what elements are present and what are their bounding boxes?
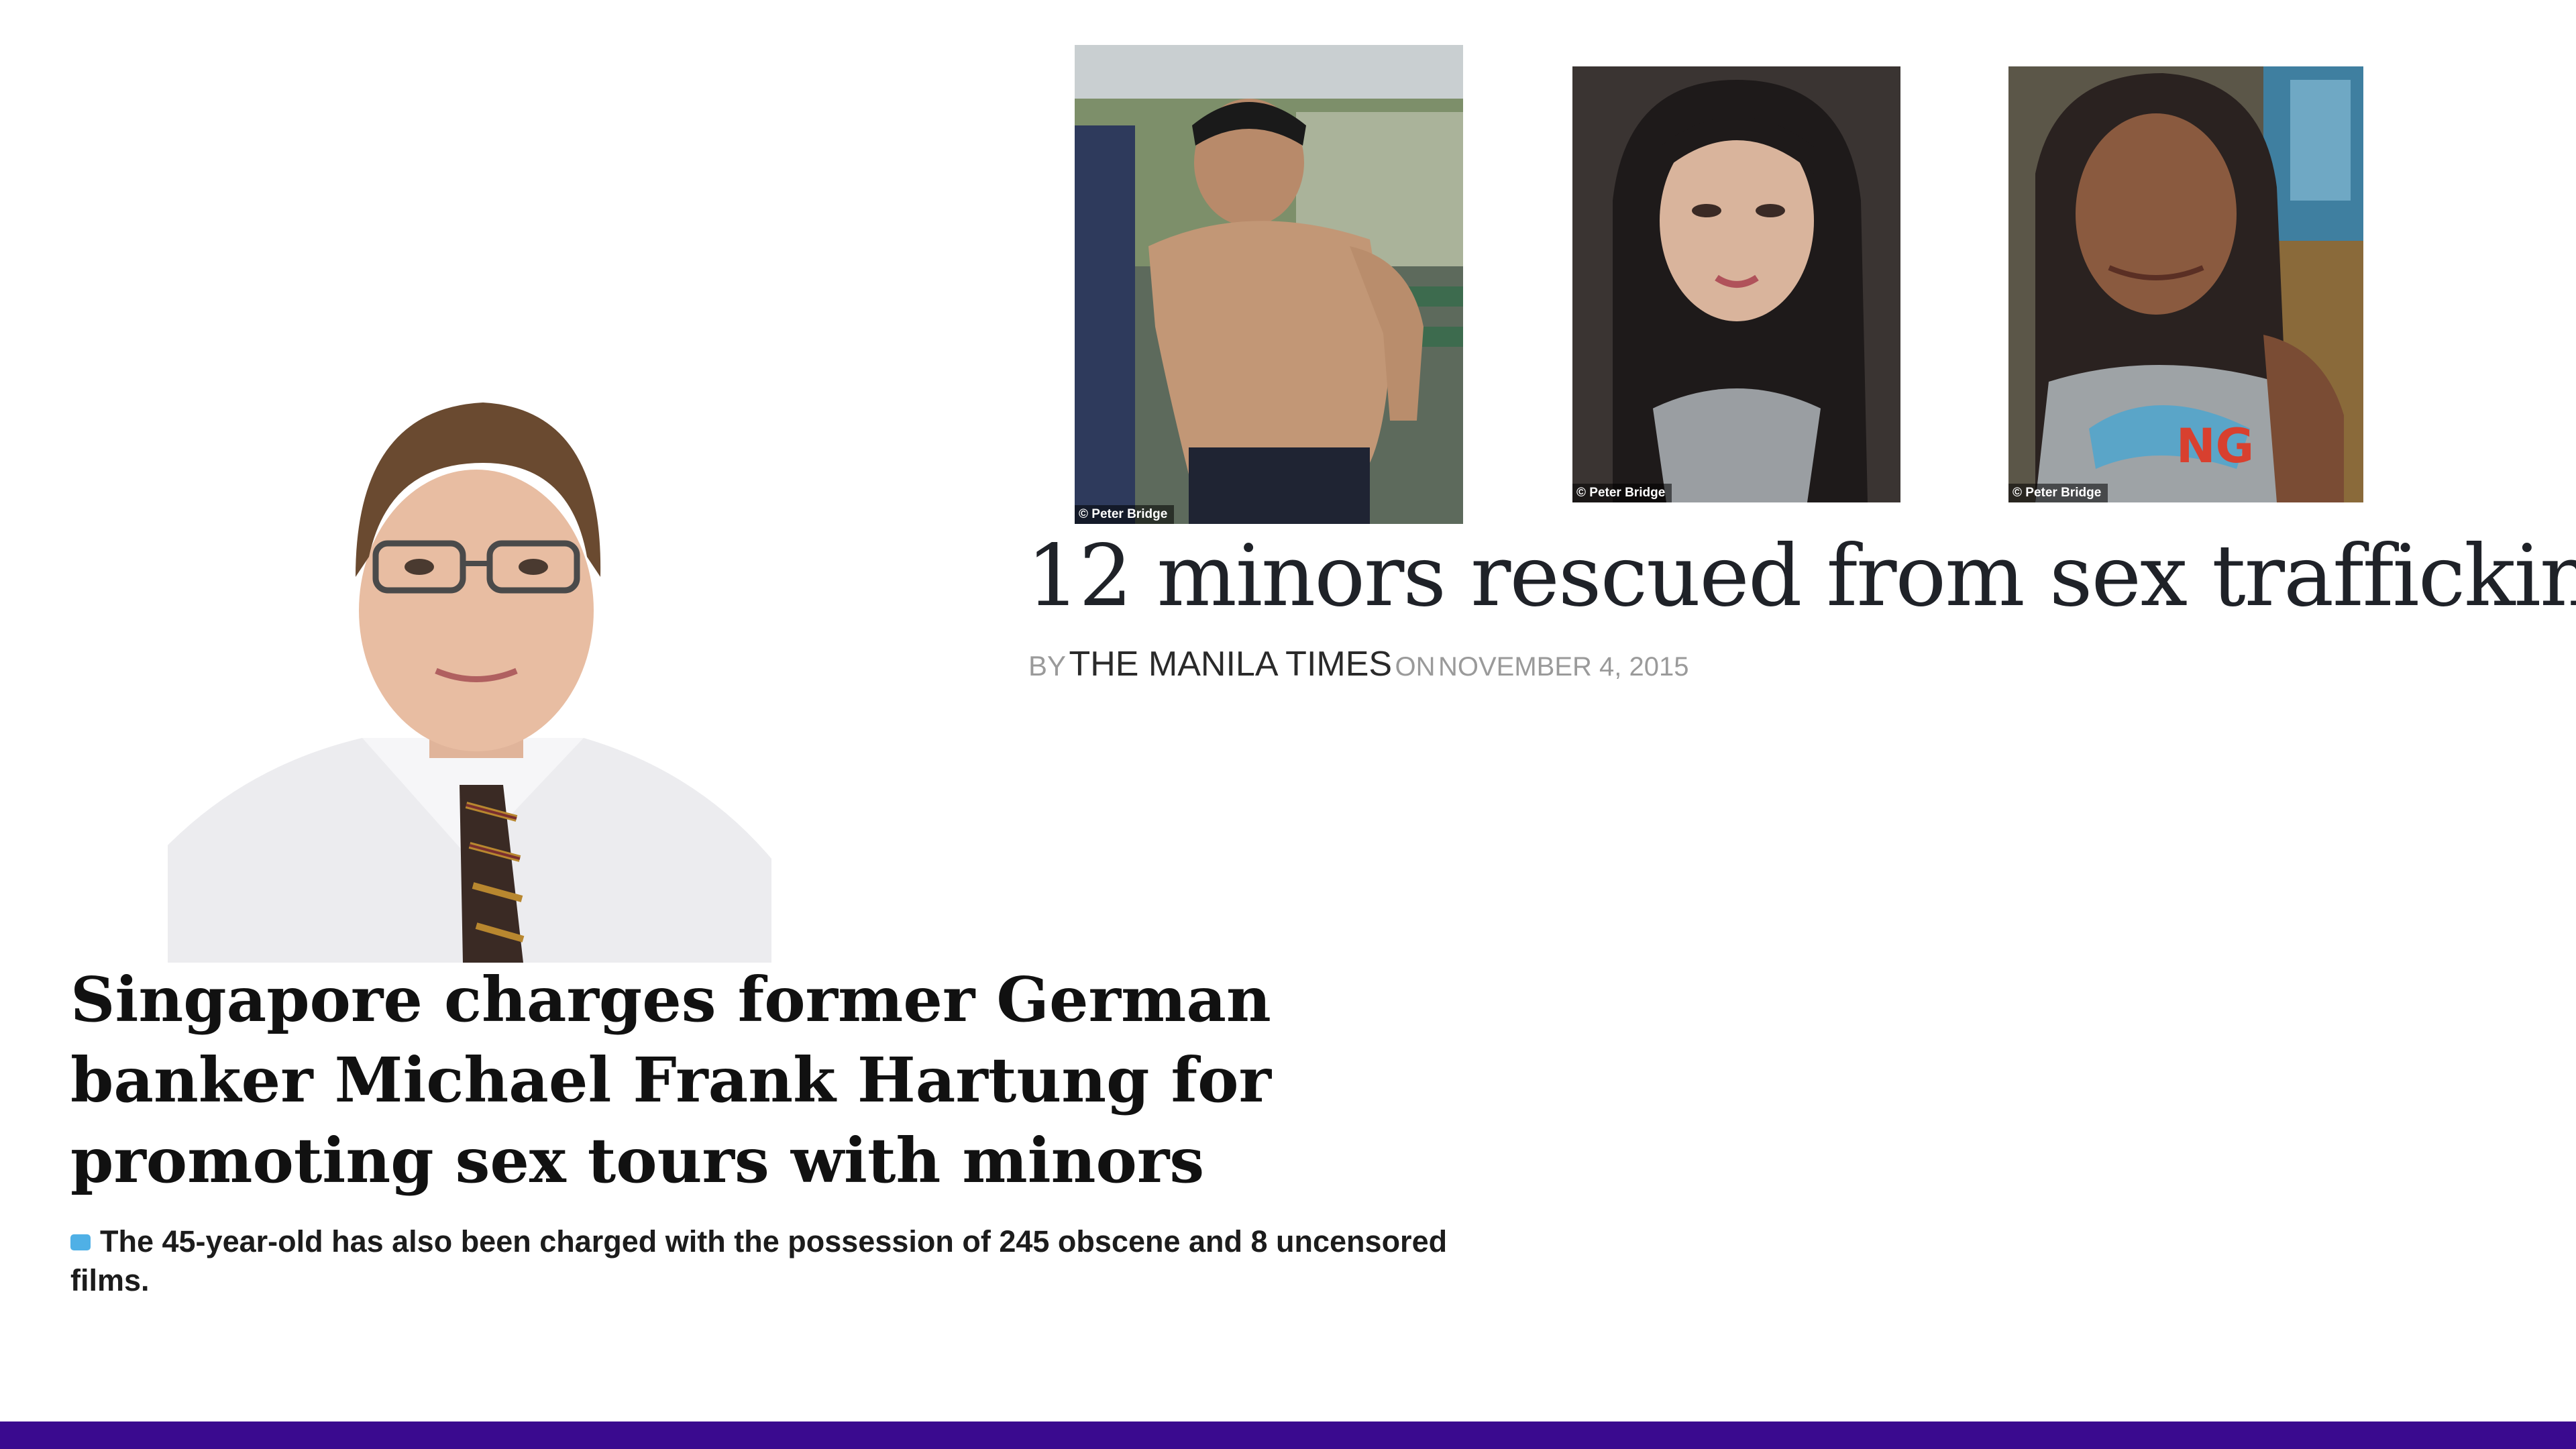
byline-date: NOVEMBER 4, 2015: [1438, 652, 1689, 682]
byline-publisher: THE MANILA TIMES: [1069, 645, 1393, 684]
byline: BY THE MANILA TIMES ON NOVEMBER 4, 2015: [1028, 644, 1688, 684]
bottom-accent-bar: [0, 1421, 2576, 1449]
headline-banker: Singapore charges former German banker M…: [70, 963, 1271, 1197]
young-woman-image: [1572, 66, 1900, 502]
shirtless-man-image: [1075, 45, 1463, 524]
photo-credit-1: © Peter Bridge: [1075, 505, 1175, 524]
photo-credit-2: © Peter Bridge: [1572, 484, 1672, 502]
shirt-print: NG: [2176, 419, 2254, 474]
news-collage: © Peter Bridge © Peter Bridge NG © Peter…: [0, 0, 2576, 1449]
photo-woman: NG © Peter Bridge: [2008, 66, 2363, 502]
photo-banker: [168, 389, 771, 963]
byline-on: ON: [1395, 652, 1436, 682]
headline-trafficking: 12 minors rescued from sex trafficking: [1026, 527, 2576, 625]
photo-credit-3: © Peter Bridge: [2008, 484, 2108, 502]
banker-image: [168, 389, 771, 963]
story-summary: The 45-year-old has also been charged wi…: [70, 1222, 1479, 1300]
photo-young-woman: © Peter Bridge: [1572, 66, 1900, 502]
woman-image: NG: [2008, 66, 2363, 502]
summary-text: The 45-year-old has also been charged wi…: [70, 1224, 1448, 1297]
bullet-icon: [70, 1234, 91, 1250]
photo-shirtless-man: © Peter Bridge: [1075, 45, 1463, 524]
byline-by: BY: [1028, 650, 1067, 682]
